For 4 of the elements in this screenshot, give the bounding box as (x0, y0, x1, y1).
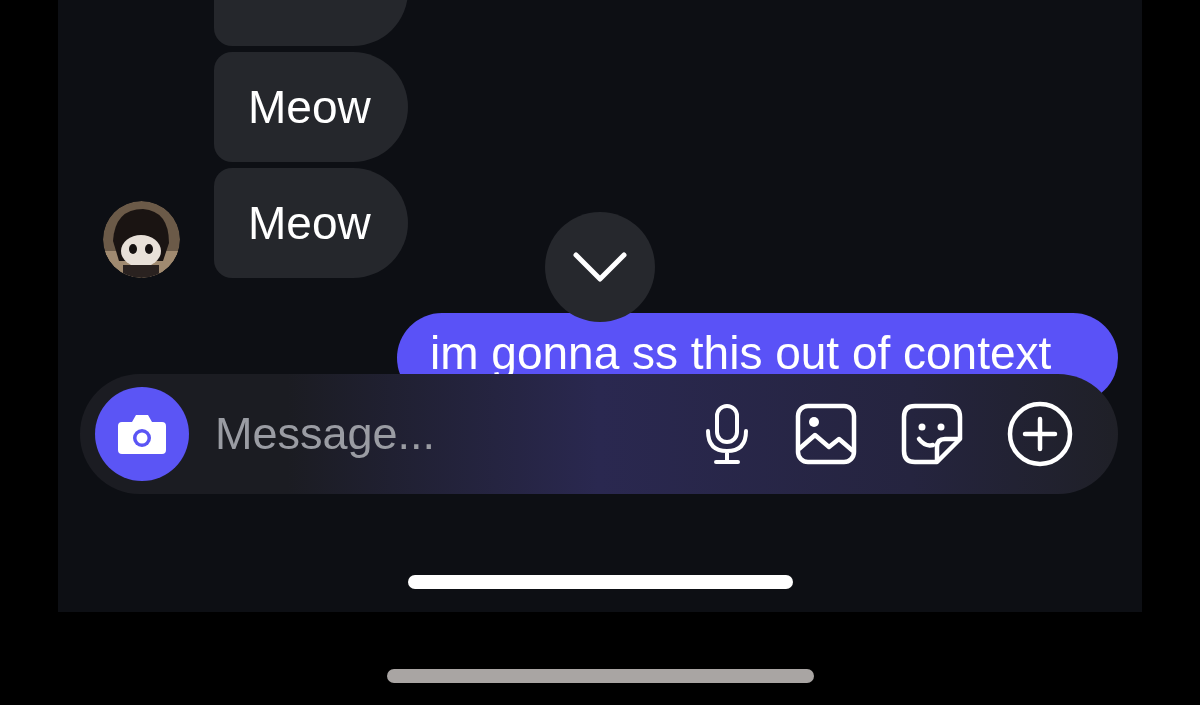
message-text: Meow (248, 200, 371, 246)
message-text: im gonna ss this out of context (430, 333, 1053, 373)
message-text: Meow (248, 84, 371, 130)
message-input[interactable]: Message... (215, 404, 703, 464)
